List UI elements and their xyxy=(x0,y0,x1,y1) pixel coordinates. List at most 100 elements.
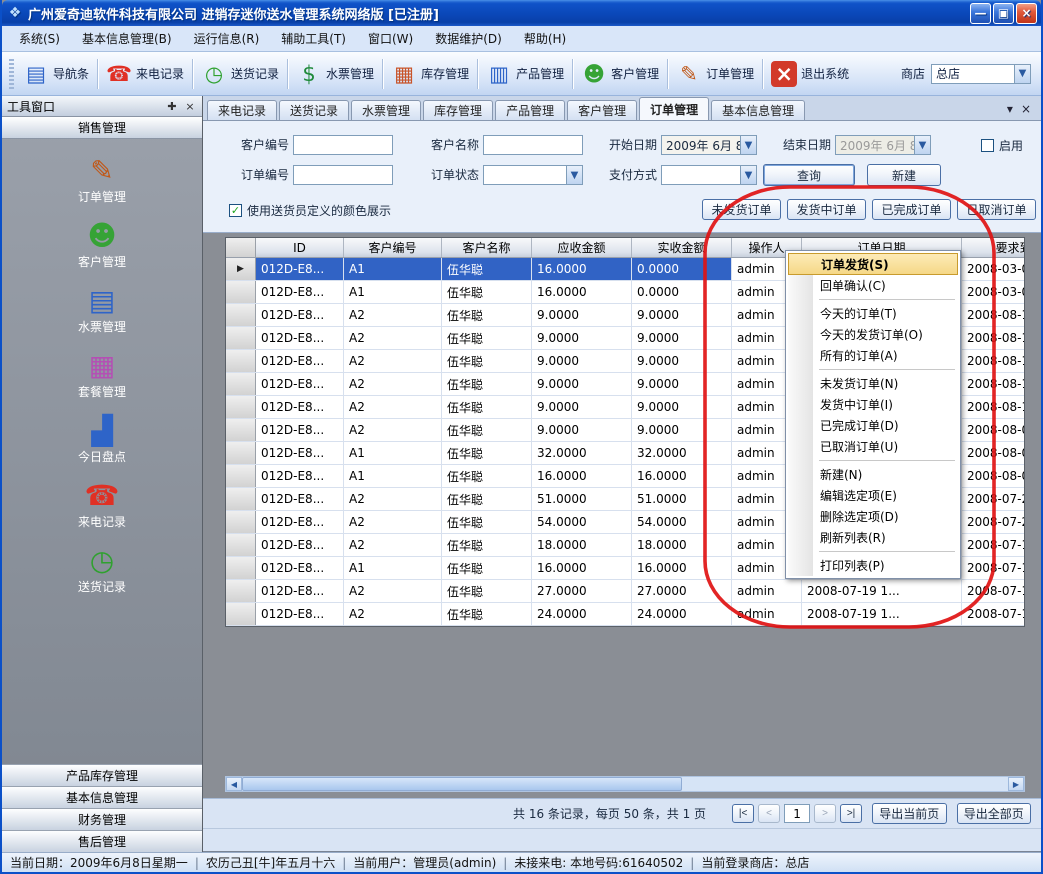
table-cell[interactable]: 012D-E8... xyxy=(256,465,344,487)
table-cell[interactable]: A1 xyxy=(344,442,442,464)
table-cell[interactable]: 2008-08-16 1... xyxy=(962,327,1025,349)
table-cell[interactable]: 伍华聪 xyxy=(442,281,532,303)
table-cell[interactable]: A2 xyxy=(344,396,442,418)
column-header[interactable]: 应收金额 xyxy=(532,238,632,257)
row-selector[interactable] xyxy=(226,580,256,602)
table-cell[interactable]: 32.0000 xyxy=(532,442,632,464)
column-header[interactable]: 客户编号 xyxy=(344,238,442,257)
tab-close-icon[interactable]: × xyxy=(1021,102,1031,116)
table-cell[interactable]: 2008-07-19 1... xyxy=(962,603,1025,625)
table-cell[interactable]: 2008-08-16 1... xyxy=(962,350,1025,372)
table-row[interactable]: 012D-E8...A2伍华聪27.000027.0000admin2008-0… xyxy=(226,580,1025,603)
context-menu-item[interactable]: 回单确认(C) xyxy=(788,275,958,296)
scroll-left-icon[interactable]: ◀ xyxy=(226,777,242,791)
menubar-item[interactable]: 帮助(H) xyxy=(513,26,577,51)
last-page-button[interactable]: >| xyxy=(840,804,862,823)
table-cell[interactable]: 伍华聪 xyxy=(442,327,532,349)
query-button[interactable]: 查询 xyxy=(763,164,855,186)
table-cell[interactable]: A2 xyxy=(344,373,442,395)
table-cell[interactable]: 伍华聪 xyxy=(442,442,532,464)
table-cell[interactable]: A2 xyxy=(344,488,442,510)
table-cell[interactable]: 2008-07-19 7:59 xyxy=(962,534,1025,556)
table-cell[interactable]: 32.0000 xyxy=(632,442,732,464)
context-menu-item[interactable]: 未发货订单(N) xyxy=(788,373,958,394)
export-current-page-button[interactable]: 导出当前页 xyxy=(872,803,946,824)
tab[interactable]: 来电记录 xyxy=(207,100,277,120)
chevron-down-icon[interactable]: ▼ xyxy=(1014,65,1030,83)
column-header[interactable]: ID xyxy=(256,238,344,257)
table-cell[interactable]: 16.0000 xyxy=(532,281,632,303)
table-cell[interactable]: A2 xyxy=(344,419,442,441)
table-cell[interactable]: A2 xyxy=(344,580,442,602)
restore-button[interactable]: ▣ xyxy=(993,3,1014,24)
context-menu-item[interactable]: 编辑选定项(E) xyxy=(788,485,958,506)
table-cell[interactable]: 2008-08-09 2... xyxy=(962,442,1025,464)
table-cell[interactable]: 9.0000 xyxy=(532,373,632,395)
table-cell[interactable]: 0.0000 xyxy=(632,281,732,303)
table-cell[interactable]: 51.0000 xyxy=(632,488,732,510)
table-cell[interactable]: 9.0000 xyxy=(632,350,732,372)
table-cell[interactable]: 伍华聪 xyxy=(442,488,532,510)
toolbar-button[interactable]: ✎订单管理 xyxy=(670,58,760,90)
table-cell[interactable]: 伍华聪 xyxy=(442,373,532,395)
table-cell[interactable]: 51.0000 xyxy=(532,488,632,510)
context-menu-item[interactable]: 已取消订单(U) xyxy=(788,436,958,457)
row-selector[interactable] xyxy=(226,327,256,349)
customer-no-input[interactable] xyxy=(293,135,393,155)
start-date-picker[interactable]: 2009年 6月 8日 ▼ xyxy=(661,135,757,155)
row-selector[interactable] xyxy=(226,419,256,441)
tab[interactable]: 产品管理 xyxy=(495,100,565,120)
delivery-color-checkbox[interactable] xyxy=(229,204,242,217)
row-selector[interactable] xyxy=(226,603,256,625)
sidebar-section-bar[interactable]: 财务管理 xyxy=(2,808,202,830)
table-cell[interactable]: A1 xyxy=(344,281,442,303)
table-cell[interactable]: 27.0000 xyxy=(632,580,732,602)
order-status-filter-button[interactable]: 已取消订单 xyxy=(957,199,1036,220)
table-cell[interactable]: A1 xyxy=(344,258,442,280)
tab[interactable]: 水票管理 xyxy=(351,100,421,120)
table-cell[interactable]: A2 xyxy=(344,534,442,556)
sidebar-item[interactable]: ▟今日盘点 xyxy=(2,407,202,472)
toolbar-button[interactable]: ▤导航条 xyxy=(17,58,95,90)
sidebar-item[interactable]: ☎来电记录 xyxy=(2,472,202,537)
table-cell[interactable]: 伍华聪 xyxy=(442,603,532,625)
table-cell[interactable]: A2 xyxy=(344,304,442,326)
pin-icon[interactable]: ✚ xyxy=(165,100,179,113)
row-selector[interactable] xyxy=(226,304,256,326)
table-cell[interactable]: 18.0000 xyxy=(532,534,632,556)
tab[interactable]: 基本信息管理 xyxy=(711,100,805,120)
table-cell[interactable]: 2008-07-19 1... xyxy=(802,580,962,602)
close-button[interactable]: × xyxy=(1016,3,1037,24)
table-cell[interactable]: 012D-E8... xyxy=(256,442,344,464)
table-cell[interactable]: 16.0000 xyxy=(532,557,632,579)
sidebar-item[interactable]: ▤水票管理 xyxy=(2,277,202,342)
chevron-down-icon[interactable]: ▼ xyxy=(740,166,756,184)
pay-method-select[interactable]: ▼ xyxy=(661,165,757,185)
order-status-filter-button[interactable]: 未发货订单 xyxy=(702,199,781,220)
table-cell[interactable]: 伍华聪 xyxy=(442,419,532,441)
table-cell[interactable]: 伍华聪 xyxy=(442,534,532,556)
sidebar-item[interactable]: ◷送货记录 xyxy=(2,537,202,602)
row-selector[interactable] xyxy=(226,465,256,487)
row-selector[interactable]: ▶ xyxy=(226,258,256,280)
table-cell[interactable]: 0.0000 xyxy=(632,258,732,280)
sidebar-section-bar[interactable]: 基本信息管理 xyxy=(2,786,202,808)
end-date-picker[interactable]: 2009年 6月 8日 ▼ xyxy=(835,135,931,155)
table-cell[interactable]: 54.0000 xyxy=(532,511,632,533)
table-cell[interactable]: 012D-E8... xyxy=(256,396,344,418)
table-cell[interactable]: 伍华聪 xyxy=(442,350,532,372)
toolbar-button[interactable]: ☎来电记录 xyxy=(100,58,190,90)
toolbar-button[interactable]: ▦库存管理 xyxy=(385,58,475,90)
table-row[interactable]: 012D-E8...A2伍华聪24.000024.0000admin2008-0… xyxy=(226,603,1025,626)
sidebar-section-bar[interactable]: 售后管理 xyxy=(2,830,202,852)
context-menu-item[interactable]: 新建(N) xyxy=(788,464,958,485)
row-selector[interactable] xyxy=(226,511,256,533)
scrollbar-thumb[interactable] xyxy=(242,777,682,791)
table-cell[interactable]: 012D-E8... xyxy=(256,580,344,602)
sidebar-item[interactable]: ✎订单管理 xyxy=(2,147,202,212)
table-cell[interactable]: 012D-E8... xyxy=(256,373,344,395)
toolbar-button[interactable]: $水票管理 xyxy=(290,58,380,90)
table-cell[interactable]: 18.0000 xyxy=(632,534,732,556)
table-cell[interactable]: 2008-08-09 2... xyxy=(962,465,1025,487)
table-cell[interactable]: 2008-07-19 1... xyxy=(962,580,1025,602)
